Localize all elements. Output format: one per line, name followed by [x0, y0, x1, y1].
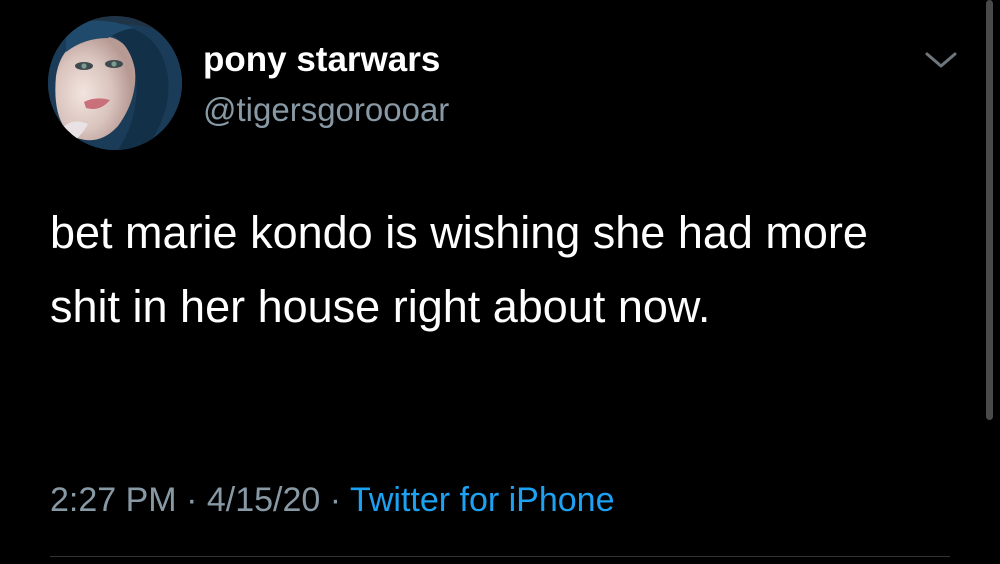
tweet-source-link[interactable]: Twitter for iPhone	[350, 481, 615, 519]
tweet-date[interactable]: 4/15/20	[207, 481, 320, 519]
divider	[50, 556, 950, 557]
author-display-name[interactable]: pony starwars	[203, 40, 440, 80]
tweet-text: bet marie kondo is wishing she had more …	[50, 207, 868, 332]
scrollbar[interactable]	[986, 0, 993, 420]
avatar[interactable]	[48, 16, 182, 150]
author-handle[interactable]: @tigersgoroooar	[203, 90, 449, 130]
tweet: pony starwars @tigersgoroooar bet marie …	[0, 0, 1000, 564]
tweet-time[interactable]: 2:27 PM	[50, 481, 177, 519]
avatar-image	[48, 16, 182, 150]
meta-separator: ·	[186, 481, 198, 519]
tweet-menu-button[interactable]	[921, 44, 961, 74]
chevron-down-icon	[925, 52, 957, 68]
tweet-metadata: 2:27 PM · 4/15/20 · Twitter for iPhone	[50, 478, 615, 522]
meta-separator: ·	[329, 481, 342, 519]
